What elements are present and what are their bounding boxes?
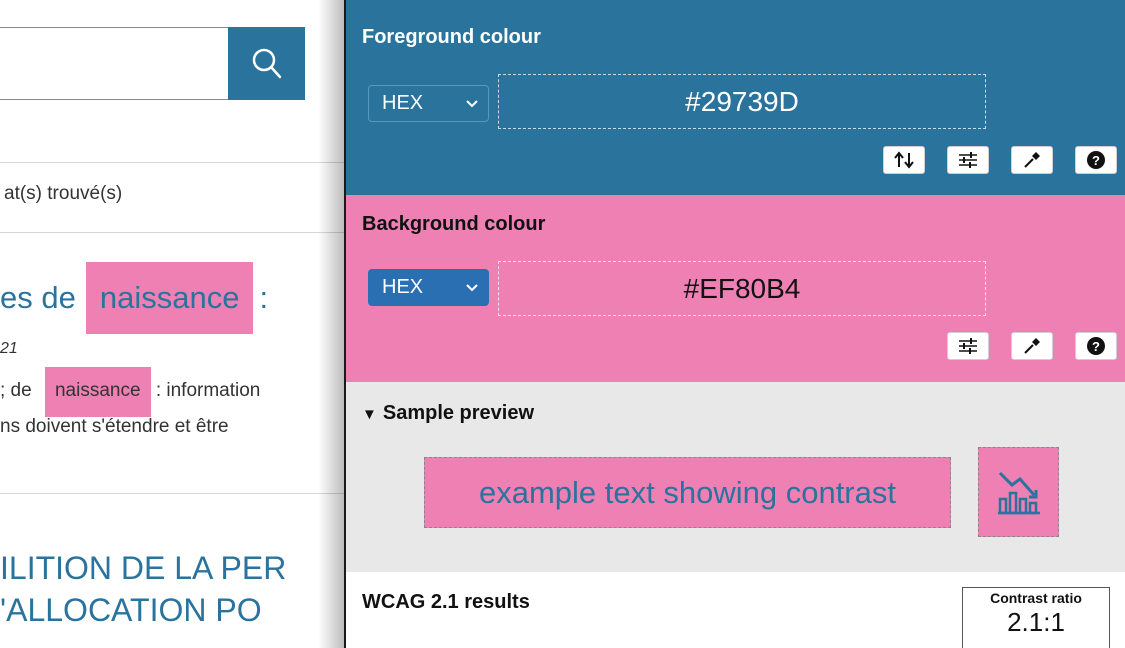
excerpt-prefix: ; de <box>0 380 32 401</box>
foreground-help-button[interactable]: ? <box>1075 146 1117 174</box>
eyedropper-icon <box>1024 152 1040 168</box>
background-label: Background colour <box>362 213 546 235</box>
background-help-button[interactable]: ? <box>1075 332 1117 360</box>
chart-icon <box>997 471 1040 515</box>
search-input[interactable] <box>0 27 228 100</box>
contrast-ratio-box: Contrast ratio 2.1:1 <box>962 587 1110 648</box>
contrast-ratio-label: Contrast ratio <box>990 590 1082 606</box>
divider <box>0 232 345 233</box>
result-heading[interactable]: ILITION DE LA PER 'ALLOCATION PO <box>0 547 286 631</box>
divider <box>0 493 345 494</box>
sample-preview-toggle[interactable]: ▼ Sample preview <box>362 402 534 425</box>
result-title-prefix: es de <box>0 280 76 315</box>
heading-line-1: ILITION DE LA PER <box>0 550 287 586</box>
wcag-results-title: WCAG 2.1 results <box>362 591 530 613</box>
sample-icon-box <box>978 447 1059 537</box>
foreground-section: Foreground colour HEX #29739D ? <box>346 0 1125 195</box>
background-page: at(s) trouvé(s) es de naissance : 21 ; d… <box>0 0 345 648</box>
wcag-results-section: WCAG 2.1 results Contrast ratio 2.1:1 <box>346 572 1125 648</box>
foreground-hex-input[interactable]: #29739D <box>498 74 986 129</box>
results-count: at(s) trouvé(s) <box>4 183 123 204</box>
swap-icon <box>894 151 914 169</box>
foreground-label: Foreground colour <box>362 26 541 48</box>
contrast-ratio-value: 2.1:1 <box>1007 607 1065 637</box>
sample-preview-section: ▼ Sample preview example text showing con… <box>346 382 1125 572</box>
sliders-icon <box>959 338 977 354</box>
foreground-eyedropper-button[interactable] <box>1011 146 1053 174</box>
chevron-down-icon <box>466 283 478 291</box>
panel-shadow <box>318 0 346 648</box>
sliders-icon <box>959 152 977 168</box>
background-hex-input[interactable]: #EF80B4 <box>498 261 986 316</box>
search-button[interactable] <box>228 27 305 100</box>
search-highlight: naissance <box>85 262 254 334</box>
sample-text-box: example text showing contrast <box>424 457 951 528</box>
foreground-adjust-button[interactable] <box>947 146 989 174</box>
contrast-checker-panel: Foreground colour HEX #29739D ? Backgrou… <box>346 0 1125 648</box>
svg-text:?: ? <box>1092 153 1100 168</box>
background-adjust-button[interactable] <box>947 332 989 360</box>
format-value: HEX <box>382 276 424 298</box>
result-excerpt: ; de naissance : information <box>0 367 260 417</box>
help-icon: ? <box>1087 337 1105 355</box>
chevron-down-icon <box>466 99 478 107</box>
sample-preview-label: Sample preview <box>382 402 535 424</box>
search-highlight: naissance <box>44 367 151 417</box>
heading-line-2: 'ALLOCATION PO <box>0 592 262 628</box>
background-format-select[interactable]: HEX <box>368 269 489 306</box>
eyedropper-icon <box>1024 338 1040 354</box>
foreground-format-select[interactable]: HEX <box>368 85 489 122</box>
excerpt-suffix: : information <box>155 380 261 401</box>
background-section: Background colour HEX #EF80B4 ? <box>346 195 1125 382</box>
help-icon: ? <box>1087 151 1105 169</box>
result-title-suffix: : <box>259 280 269 315</box>
background-eyedropper-button[interactable] <box>1011 332 1053 360</box>
divider <box>0 162 345 163</box>
result-excerpt-line2: ns doivent s'étendre et être <box>0 416 229 437</box>
result-date: 21 <box>0 340 18 357</box>
swap-colours-button[interactable] <box>883 146 925 174</box>
search-icon <box>252 48 281 78</box>
result-title[interactable]: es de naissance : <box>0 262 268 334</box>
svg-text:?: ? <box>1092 339 1100 354</box>
format-value: HEX <box>382 92 424 114</box>
disclosure-triangle-icon: ▼ <box>362 406 377 423</box>
